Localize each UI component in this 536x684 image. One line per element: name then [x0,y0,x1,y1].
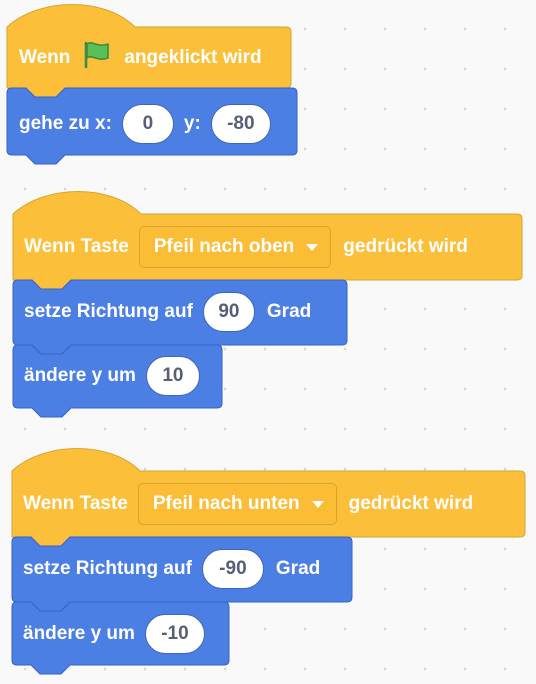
key-dropdown[interactable]: Pfeil nach unten [137,483,337,525]
change-y-label: ändere y um [23,623,135,644]
change-y-value-input[interactable]: -10 [144,614,205,654]
hat-label-before: Wenn Taste [23,493,128,514]
change-y-row: ändere y um -10 [23,613,205,655]
direction-label: setze Richtung auf [23,558,192,579]
point-direction-row: setze Richtung auf -90 Grad [23,548,320,590]
caret-down-icon [311,500,324,508]
hat-label-after: gedrückt wird [348,493,474,514]
key-dropdown-value: Pfeil nach unten [152,493,300,514]
hat-key-down-row: Wenn Taste Pfeil nach unten gedrückt wir… [23,483,473,525]
direction-unit-label: Grad [275,558,321,579]
direction-value-input[interactable]: -90 [201,549,264,589]
